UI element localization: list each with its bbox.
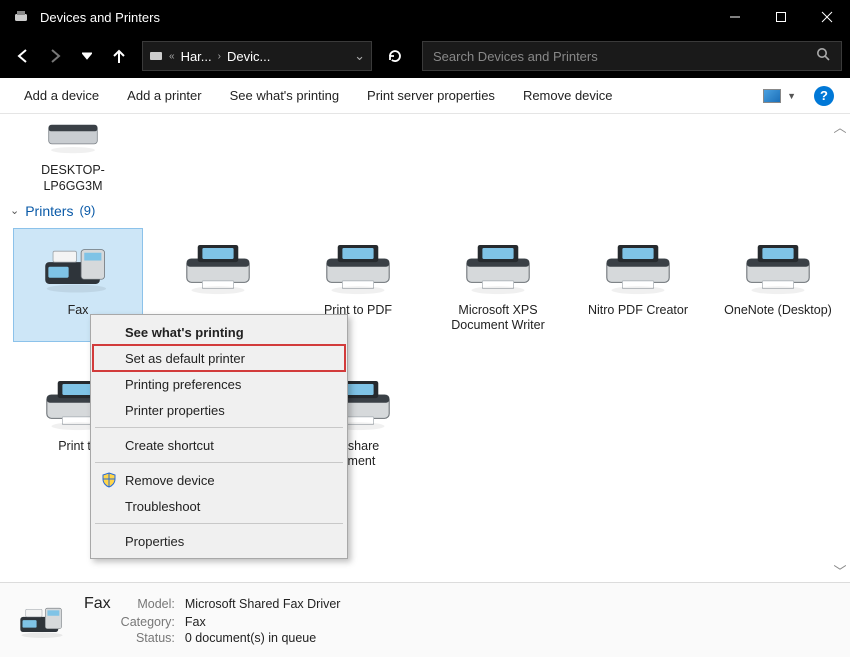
navbar: « Har... › Devic... ⌄ Search Devices and… [0, 34, 850, 78]
menu-item[interactable]: Troubleshoot [93, 493, 345, 519]
item-label: Fax [68, 303, 89, 335]
view-options-button[interactable]: ▼ [757, 85, 802, 107]
menu-item-label: Properties [125, 534, 184, 549]
group-name: Printers [25, 203, 73, 219]
printer-icon [319, 235, 397, 297]
print-server-props-button[interactable]: Print server properties [353, 82, 509, 109]
printer-icon [739, 235, 817, 297]
maximize-button[interactable] [758, 0, 804, 34]
breadcrumb-2[interactable]: Devic... [227, 49, 270, 64]
refresh-button[interactable] [378, 41, 412, 71]
chevron-down-icon: ▼ [787, 91, 796, 101]
forward-button[interactable] [40, 41, 70, 71]
search-placeholder: Search Devices and Printers [433, 49, 816, 64]
fax-icon [16, 593, 68, 648]
view-icon [763, 89, 781, 103]
search-icon [816, 47, 831, 65]
up-button[interactable] [104, 41, 134, 71]
chevron-down-icon[interactable]: ⌄ [354, 48, 365, 64]
printer-item[interactable]: OneNote (Desktop) [714, 229, 842, 341]
chevron-right-icon: › [218, 51, 221, 62]
scroll-up-button[interactable]: ︿ [832, 118, 848, 134]
menu-item[interactable]: Printing preferences [93, 371, 345, 397]
scroll-down-button[interactable]: ﹀ [832, 562, 848, 578]
menu-item-label: Printing preferences [125, 377, 241, 392]
menu-separator [95, 462, 343, 463]
menu-item-label: Set as default printer [125, 351, 245, 366]
device-label: DESKTOP-LP6GG3M [18, 162, 128, 195]
menu-separator [95, 523, 343, 524]
shield-icon [101, 472, 117, 488]
titlebar: Devices and Printers [0, 0, 850, 34]
search-box[interactable]: Search Devices and Printers [422, 41, 842, 71]
recent-button[interactable] [72, 41, 102, 71]
item-label: Microsoft XPS Document Writer [436, 303, 560, 335]
printer-icon [179, 235, 257, 297]
help-button[interactable]: ? [814, 86, 834, 106]
menu-separator [95, 427, 343, 428]
back-button[interactable] [8, 41, 38, 71]
printer-item[interactable]: Nitro PDF Creator [574, 229, 702, 341]
group-header-printers[interactable]: ⌄ Printers (9) [0, 195, 850, 223]
window-title: Devices and Printers [40, 10, 712, 25]
app-icon [12, 8, 30, 26]
item-label: Nitro PDF Creator [588, 303, 688, 335]
details-pane: Fax Model: Microsoft Shared Fax Driver C… [0, 582, 850, 657]
add-device-button[interactable]: Add a device [10, 82, 113, 109]
details-key: Status: [121, 631, 175, 645]
details-value: Fax [185, 615, 341, 629]
content-area: ︿ DESKTOP-LP6GG3M ⌄ Printers (9) Fax Prin… [0, 114, 850, 582]
details-key: Model: [121, 597, 175, 611]
toolbar: Add a device Add a printer See what's pr… [0, 78, 850, 114]
menu-item[interactable]: Printer properties [93, 397, 345, 423]
remove-device-button[interactable]: Remove device [509, 82, 627, 109]
address-bar[interactable]: « Har... › Devic... ⌄ [142, 41, 372, 71]
breadcrumb-1[interactable]: Har... [181, 49, 212, 64]
close-button[interactable] [804, 0, 850, 34]
menu-item[interactable]: See what's printing [93, 319, 345, 345]
menu-item-label: See what's printing [125, 325, 244, 340]
details-title: Fax [84, 595, 111, 613]
printer-icon [599, 235, 677, 297]
breadcrumb-root: « [169, 51, 175, 62]
menu-item-label: Troubleshoot [125, 499, 200, 514]
group-count: (9) [79, 203, 95, 218]
details-key: Category: [121, 615, 175, 629]
fax-icon [39, 235, 117, 297]
details-value: Microsoft Shared Fax Driver [185, 597, 341, 611]
device-item[interactable]: DESKTOP-LP6GG3M [18, 114, 128, 195]
menu-item[interactable]: Remove device [93, 467, 345, 493]
item-label: OneNote (Desktop) [724, 303, 832, 335]
location-icon [149, 49, 163, 63]
printer-icon [459, 235, 537, 297]
menu-item[interactable]: Set as default printer [93, 345, 345, 371]
chevron-down-icon: ⌄ [10, 204, 19, 217]
see-printing-button[interactable]: See what's printing [216, 82, 353, 109]
menu-item-label: Printer properties [125, 403, 225, 418]
menu-item-label: Remove device [125, 473, 215, 488]
menu-item-label: Create shortcut [125, 438, 214, 453]
minimize-button[interactable] [712, 0, 758, 34]
menu-item[interactable]: Properties [93, 528, 345, 554]
menu-item[interactable]: Create shortcut [93, 432, 345, 458]
context-menu: See what's printing Set as default printe… [90, 314, 348, 559]
printer-item[interactable]: Microsoft XPS Document Writer [434, 229, 562, 341]
add-printer-button[interactable]: Add a printer [113, 82, 215, 109]
details-value: 0 document(s) in queue [185, 631, 341, 645]
